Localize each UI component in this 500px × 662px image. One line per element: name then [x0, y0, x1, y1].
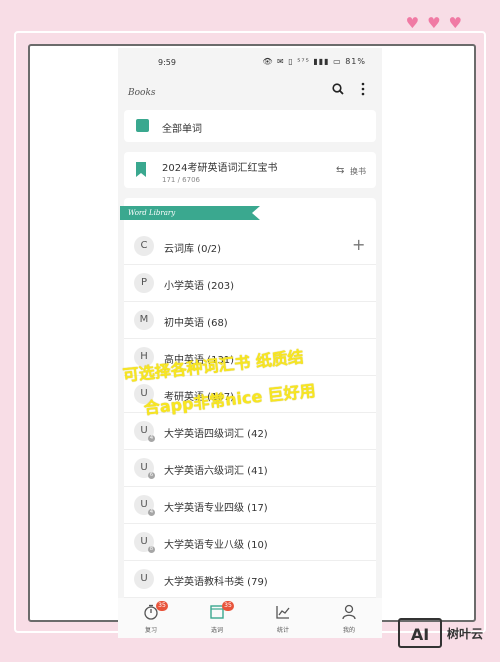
list-item-label: 初中英语 (68): [164, 318, 228, 329]
tab-stats[interactable]: 统计: [250, 598, 316, 638]
chart-icon: [276, 606, 290, 619]
all-words-card[interactable]: 全部单词: [124, 110, 376, 142]
current-book-name: 2024考研英语词汇红宝书: [162, 163, 278, 174]
switch-icon[interactable]: ⇆: [336, 165, 344, 176]
list-item-label: 大学英语专业四级 (17): [164, 503, 268, 514]
list-item-label: 大学英语四级词汇 (42): [164, 429, 268, 440]
level-badge: 6: [148, 472, 155, 479]
list-item[interactable]: U 4 大学英语专业四级 (17): [124, 487, 376, 524]
watermark: AI 树叶云: [398, 618, 483, 648]
tab-label: 我的: [342, 627, 355, 634]
current-book-card[interactable]: 2024考研英语词汇红宝书 171 / 6706 ⇆ 换书: [124, 152, 376, 188]
current-book-progress: 171 / 6706: [162, 176, 200, 184]
tab-profile[interactable]: 我的: [316, 598, 382, 638]
status-time: 9:59: [158, 58, 176, 67]
heart-icon: ♥: [405, 14, 420, 32]
list-item-label: 云词库 (0/2): [164, 244, 222, 255]
select-badge: 35: [222, 601, 234, 611]
tab-label: 选词: [210, 627, 223, 634]
tab-select-words[interactable]: 35 选词: [184, 598, 250, 638]
list-item[interactable]: U 4 大学英语四级词汇 (42): [124, 413, 376, 450]
tab-review[interactable]: 35 复习: [118, 598, 184, 638]
level-badge: 4: [148, 509, 155, 516]
list-item[interactable]: C 云词库 (0/2) +: [124, 228, 376, 265]
list-item-label: 大学英语专业八级 (10): [164, 540, 268, 551]
list-item-label: 大学英语六级词汇 (41): [164, 466, 268, 477]
watermark-text: 树叶云: [447, 626, 484, 641]
phone-screen: 9:59 👁 ✉ ▯ ⁵⁷⁵ ▮▮▮ ▭ 81% Books 全部单词 2024…: [118, 48, 382, 638]
app-header: Books: [118, 76, 382, 106]
bottom-tab-bar: 35 复习 35 选词 统计 我的: [118, 598, 382, 638]
watermark-logo: AI: [398, 618, 442, 648]
list-item[interactable]: U 6 大学英语六级词汇 (41): [124, 450, 376, 487]
list-item[interactable]: U 大学英语教科书类 (79): [124, 561, 376, 598]
letter-avatar: U: [134, 569, 154, 589]
list-item[interactable]: P 小学英语 (203): [124, 265, 376, 302]
word-library-card: Word Library C 云词库 (0/2) + P 小学英语 (203) M 初中英语…: [120, 198, 376, 638]
decorative-hearts: ♥ ♥ ♥: [406, 16, 462, 31]
list-item[interactable]: U 8 大学英语专业八级 (10): [124, 524, 376, 561]
status-icons: 👁 ✉ ▯ ⁵⁷⁵ ▮▮▮ ▭ 81%: [262, 57, 366, 66]
all-words-label: 全部单词: [162, 124, 202, 135]
heart-icon: ♥: [427, 14, 441, 32]
switch-book-button[interactable]: 换书: [350, 166, 366, 177]
list-item-label: 大学英语教科书类 (79): [164, 577, 268, 588]
status-bar: 9:59 👁 ✉ ▯ ⁵⁷⁵ ▮▮▮ ▭ 81%: [118, 48, 382, 74]
book-icon: [136, 119, 149, 132]
page-title: Books: [128, 88, 156, 98]
list-item[interactable]: M 初中英语 (68): [124, 302, 376, 339]
letter-avatar: C: [134, 236, 154, 256]
bookmark-icon: [136, 162, 146, 177]
user-icon: [342, 604, 356, 620]
letter-avatar: P: [134, 273, 154, 293]
level-badge: 8: [148, 546, 155, 553]
more-vertical-icon[interactable]: [358, 82, 368, 96]
level-badge: 4: [148, 435, 155, 442]
list-item-label: 小学英语 (203): [164, 281, 235, 292]
section-title: Word Library: [128, 209, 176, 217]
heart-icon: ♥: [448, 14, 462, 32]
tab-label: 统计: [276, 627, 289, 634]
search-icon[interactable]: [332, 83, 344, 95]
add-icon[interactable]: +: [352, 235, 365, 254]
letter-avatar: M: [134, 310, 154, 330]
word-library-ribbon: Word Library: [120, 206, 260, 220]
tab-label: 复习: [144, 627, 157, 634]
review-badge: 35: [156, 601, 168, 611]
